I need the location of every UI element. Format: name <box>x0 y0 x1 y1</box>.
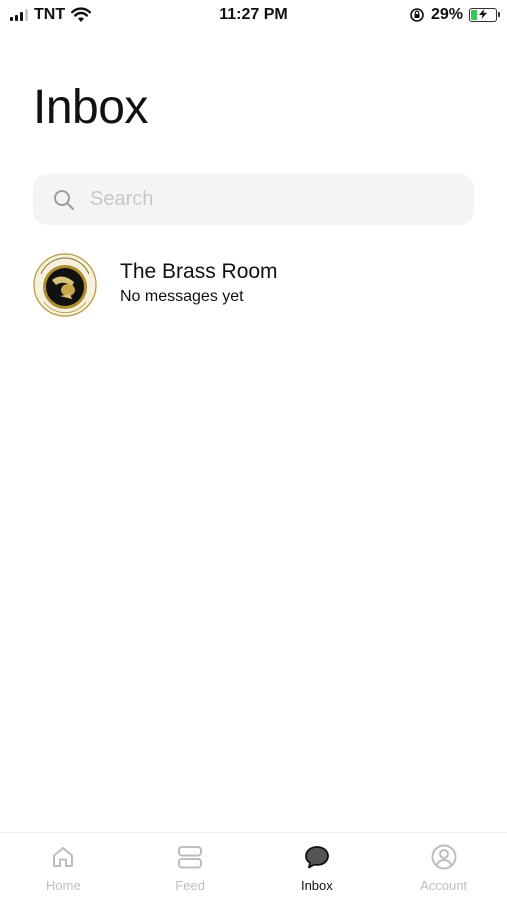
brass-room-logo-avatar <box>32 252 98 318</box>
tab-account[interactable]: Account <box>380 833 507 900</box>
conversation-name: The Brass Room <box>120 260 278 283</box>
tab-home-label: Home <box>46 878 81 893</box>
tab-home[interactable]: Home <box>0 833 127 900</box>
tab-account-label: Account <box>420 878 468 893</box>
feed-icon <box>178 846 203 869</box>
tab-bar: Home Feed Inbox Account <box>0 832 507 900</box>
account-icon <box>431 844 457 870</box>
battery-percentage: 29% <box>430 6 463 23</box>
search-bar[interactable] <box>33 174 474 225</box>
orientation-lock-icon <box>410 8 424 22</box>
chat-bubble-icon <box>304 846 329 869</box>
tab-inbox[interactable]: Inbox <box>254 833 381 900</box>
status-right: 29% <box>409 6 500 24</box>
page-title: Inbox <box>33 81 148 134</box>
battery-icon <box>469 8 500 22</box>
tab-feed-label: Feed <box>175 878 205 893</box>
charging-bolt-icon <box>479 9 487 19</box>
brass-room-logo <box>33 253 97 317</box>
home-icon <box>53 847 74 867</box>
conversation-text: The Brass Room No messages yet <box>120 260 278 306</box>
conversation-preview: No messages yet <box>120 288 244 305</box>
tab-inbox-label: Inbox <box>300 878 333 893</box>
search-icon <box>54 189 74 210</box>
conversation-list-item[interactable]: The Brass Room No messages yet <box>32 251 492 319</box>
tab-feed[interactable]: Feed <box>127 833 254 900</box>
status-bar: TNT 11:27 PM 29% <box>0 0 507 32</box>
search-input[interactable] <box>88 187 452 212</box>
